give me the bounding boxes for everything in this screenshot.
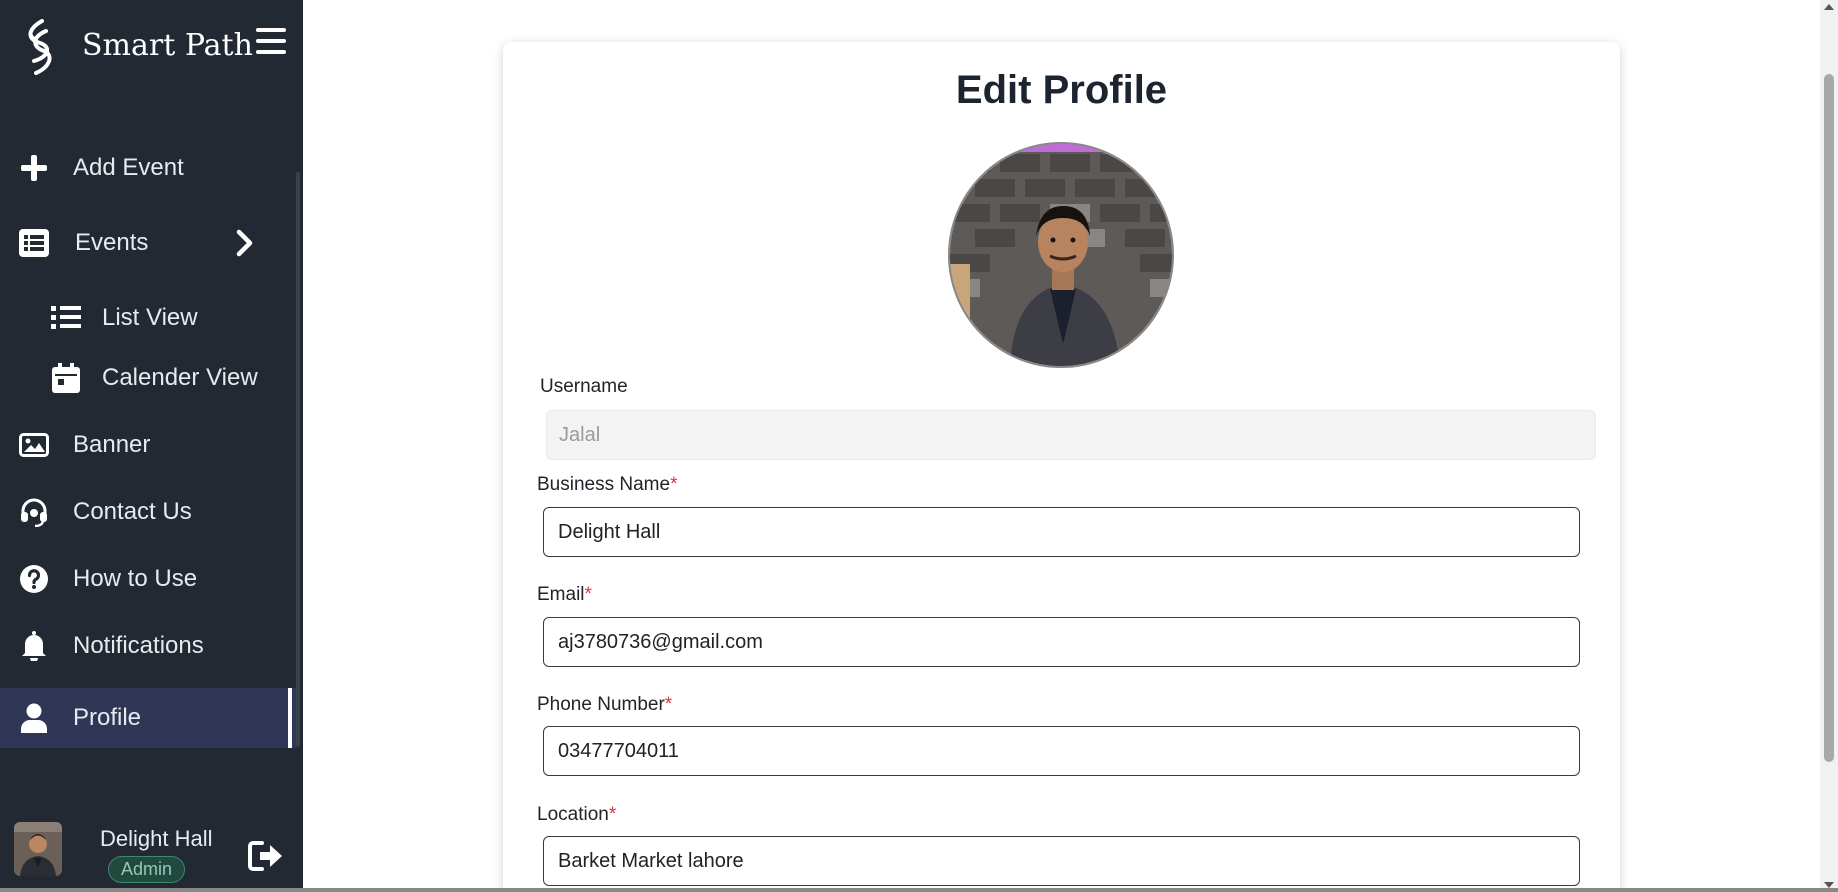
role-badge: Admin — [108, 856, 186, 883]
plus-icon — [18, 152, 50, 184]
brand-name: Smart Path — [82, 28, 253, 63]
required-asterisk: * — [584, 584, 592, 605]
sidebar-item-label: Contact Us — [73, 498, 192, 525]
username-field: Jalal — [546, 410, 1596, 460]
sidebar-item-label: List View — [102, 304, 198, 331]
sidebar-item-label: Profile — [73, 704, 142, 731]
window-bottom-edge — [0, 888, 1838, 892]
business-name-label: Business Name* — [537, 474, 678, 495]
required-asterisk: * — [608, 804, 617, 825]
question-icon — [18, 563, 50, 595]
sidebar-item-profile[interactable]: Profile — [0, 688, 297, 748]
bell-icon — [18, 630, 50, 662]
headset-icon — [18, 496, 50, 528]
sidebar-item-how-to-use[interactable]: How to Use — [0, 549, 297, 609]
chevron-right-icon[interactable] — [234, 229, 256, 257]
edit-profile-card: Edit Profile Username Jalal Business Nam… — [503, 42, 1620, 892]
business-name-field[interactable]: Delight Hall — [543, 507, 1580, 557]
sidebar-item-label: How to Use — [73, 565, 198, 592]
location-label: Location* — [537, 804, 617, 825]
profile-photo[interactable] — [948, 142, 1174, 368]
sidebar-item-contact-us[interactable]: Contact Us — [0, 482, 297, 542]
sidebar-item-label: Banner — [73, 431, 151, 458]
logo-icon — [28, 19, 52, 75]
sidebar-scrollbar[interactable] — [296, 172, 300, 747]
username-label: Username — [540, 376, 628, 397]
sidebar-item-label: Notifications — [73, 632, 204, 659]
calendar-icon — [50, 362, 82, 394]
sidebar-item-label: Calender View — [102, 364, 258, 391]
scrollbar-thumb[interactable] — [1824, 74, 1834, 762]
sidebar-item-events[interactable]: Events — [0, 213, 297, 273]
sidebar-item-banner[interactable]: Banner — [0, 415, 297, 475]
sidebar-item-add-event[interactable]: Add Event — [0, 138, 297, 198]
required-asterisk: * — [664, 694, 673, 715]
list-icon — [18, 227, 50, 259]
user-block: Delight Hall Admin — [14, 822, 294, 883]
sidebar-item-label: Add Event — [73, 154, 184, 181]
page-scrollbar[interactable] — [1820, 0, 1838, 892]
sidebar-item-label: Events — [75, 229, 149, 256]
sidebar-item-calender-view[interactable]: Calender View — [0, 348, 297, 408]
active-indicator — [288, 688, 292, 748]
brand[interactable]: Smart Path — [18, 16, 253, 80]
email-field[interactable]: aj3780736@gmail.com — [543, 617, 1580, 667]
location-field[interactable]: Barket Market lahore — [543, 836, 1580, 886]
required-asterisk: * — [670, 474, 678, 495]
email-label: Email* — [537, 584, 592, 605]
sidebar: Smart Path Add Event Events List View Ca… — [0, 0, 303, 892]
sidebar-item-list-view[interactable]: List View — [0, 288, 297, 348]
page-title: Edit Profile — [955, 68, 1168, 112]
sidebar-item-notifications[interactable]: Notifications — [0, 616, 297, 676]
app: Smart Path Add Event Events List View Ca… — [0, 0, 1838, 892]
menu-icon[interactable] — [256, 28, 286, 56]
user-icon — [18, 702, 50, 734]
avatar[interactable] — [14, 822, 62, 876]
list-view-icon — [50, 302, 82, 334]
logout-icon[interactable] — [248, 840, 284, 872]
phone-field[interactable]: 03477704011 — [543, 726, 1580, 776]
image-icon — [18, 429, 50, 461]
user-name: Delight Hall — [100, 826, 213, 851]
main-content: Edit Profile Username Jalal Business Nam… — [303, 0, 1820, 892]
phone-label: Phone Number* — [537, 694, 673, 715]
scroll-up-icon[interactable] — [1824, 4, 1834, 10]
